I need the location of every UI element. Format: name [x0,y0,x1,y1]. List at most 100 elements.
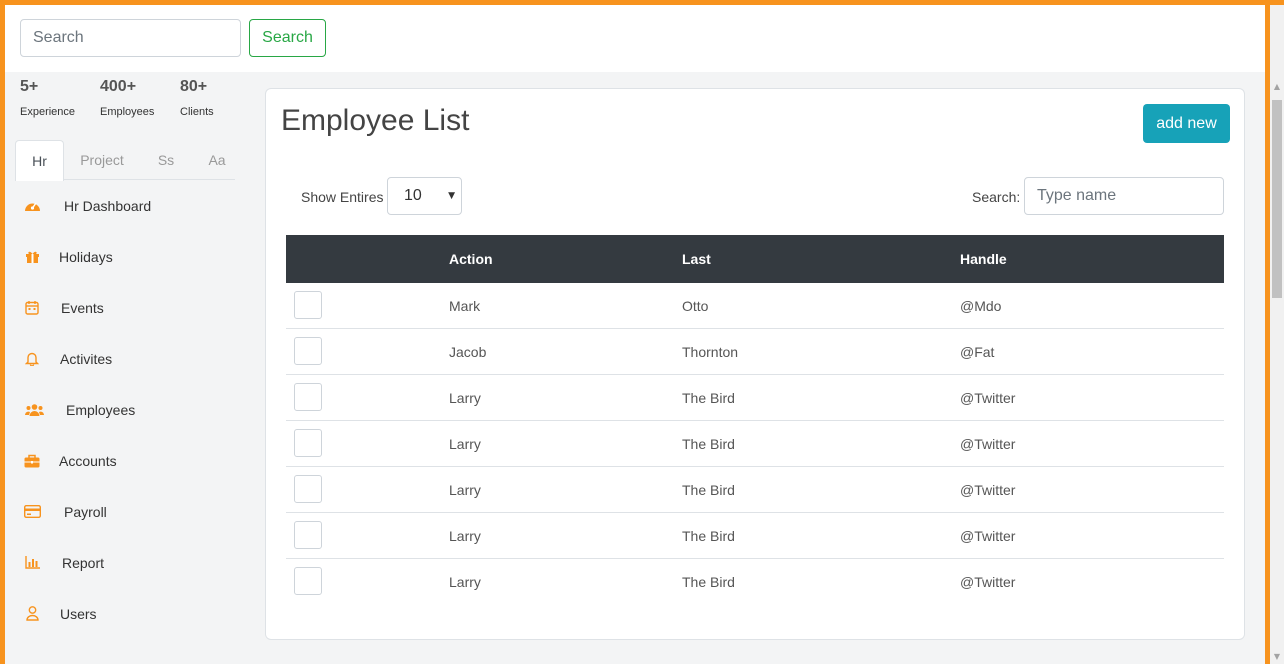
entries-select-value: 10 [404,187,422,204]
scroll-up-icon[interactable]: ▲ [1270,80,1284,94]
sidebar-tabs: Hr Project Ss Aa [15,140,235,181]
row-checkbox[interactable] [294,383,322,411]
table-row: Jacob Thornton @Fat [286,329,1224,375]
cell-last: Thornton [682,344,739,360]
sidebar-item-label: Report [62,554,105,571]
cell-handle: @Twitter [960,436,1016,452]
cell-handle: @Fat [960,344,995,360]
table-row: Larry The Bird @Twitter [286,375,1224,421]
entries-select[interactable]: 10 ▼ [387,177,462,215]
bar-chart-icon [23,554,41,572]
credit-card-icon [23,503,41,521]
stat-value: 5+ [20,78,39,95]
user-icon [23,605,41,623]
stat-clients: 80+ Clients [180,78,260,118]
dashboard-icon [23,197,41,215]
chevron-down-icon: ▼ [448,191,455,201]
cell-handle: @Twitter [960,482,1016,498]
sidebar-item-report[interactable]: Report [5,537,250,588]
sidebar-item-payroll[interactable]: Payroll [5,486,250,537]
cell-handle: @Twitter [960,390,1016,406]
calendar-icon [23,299,41,317]
tab-hr[interactable]: Hr [15,140,64,181]
tab-ss[interactable]: Ss [149,140,183,180]
table-search-input[interactable] [1024,177,1224,215]
sidebar-item-label: Payroll [64,503,107,520]
sidebar-item-activites[interactable]: Activites [5,333,250,384]
row-checkbox[interactable] [294,567,322,595]
column-header-action: Action [449,251,493,267]
cell-handle: @Mdo [960,298,1002,314]
sidebar-item-events[interactable]: Events [5,282,250,333]
cell-last: Otto [682,298,709,314]
row-checkbox[interactable] [294,337,322,365]
tab-aa[interactable]: Aa [200,140,234,180]
cell-last: The Bird [682,390,735,406]
cell-handle: @Twitter [960,574,1016,590]
cell-first: Larry [449,482,481,498]
vertical-scrollbar[interactable]: ▲ ▼ [1270,0,1284,664]
sidebar: 5+ Experience 400+ Employees 80+ Clients… [5,72,250,664]
show-entries-label: Show Entires [301,189,384,205]
row-checkbox[interactable] [294,475,322,503]
sidebar-item-label: Hr Dashboard [64,197,152,214]
cell-first: Larry [449,528,481,544]
sidebar-item-label: Events [61,299,104,316]
column-header-last: Last [682,251,711,267]
page-title: Employee List [281,104,470,137]
sidebar-item-label: Holidays [59,248,113,265]
cell-last: The Bird [682,574,735,590]
table-row: Larry The Bird @Twitter [286,513,1224,559]
row-checkbox[interactable] [294,521,322,549]
sidebar-item-users[interactable]: Users [5,588,250,639]
scrollbar-thumb[interactable] [1272,100,1282,298]
cell-first: Jacob [449,344,487,360]
cell-first: Mark [449,298,481,314]
sidebar-item-label: Employees [66,401,136,418]
sidebar-item-accounts[interactable]: Accounts [5,435,250,486]
table-row: Larry The Bird @Twitter [286,467,1224,513]
row-checkbox[interactable] [294,291,322,319]
stat-label: Employees [100,106,155,118]
table-row: Mark Otto @Mdo [286,283,1224,329]
search-button[interactable]: Search [249,19,326,57]
stat-label: Experience [20,106,76,118]
column-header-handle: Handle [960,251,1007,267]
sidebar-item-label: Accounts [59,452,117,469]
table-row: Larry The Bird @Twitter [286,559,1224,605]
cell-last: The Bird [682,528,735,544]
employee-list-card: Employee List add new Show Entires 10 ▼ … [265,88,1245,640]
add-new-button[interactable]: add new [1143,104,1230,143]
table-header: Action Last Handle [286,235,1224,283]
briefcase-icon [23,452,41,470]
window-frame-right [1265,0,1270,664]
search-input[interactable] [20,19,241,57]
sidebar-item-employees[interactable]: Employees [5,384,250,435]
stat-experience: 5+ Experience [20,78,100,118]
stat-value: 400+ [100,78,137,95]
cell-first: Larry [449,390,481,406]
cell-first: Larry [449,436,481,452]
sidebar-item-hr-dashboard[interactable]: Hr Dashboard [5,180,250,231]
cell-last: The Bird [682,436,735,452]
gift-icon [23,248,41,266]
users-icon [24,401,44,419]
top-bar: Search [5,5,1265,72]
stat-employees: 400+ Employees [100,78,180,118]
sidebar-item-label: Activites [60,350,113,367]
scroll-down-icon[interactable]: ▼ [1270,650,1284,664]
window-frame-top [0,0,1284,5]
window-frame-left [0,0,5,664]
sidebar-item-label: Users [60,605,97,622]
sidebar-item-holidays[interactable]: Holidays [5,231,250,282]
cell-handle: @Twitter [960,528,1016,544]
cell-last: The Bird [682,482,735,498]
row-checkbox[interactable] [294,429,322,457]
bell-icon [23,350,41,368]
stat-value: 80+ [180,78,208,95]
stat-label: Clients [180,106,214,118]
table-search-label: Search: [972,189,1021,205]
cell-first: Larry [449,574,481,590]
tab-project[interactable]: Project [71,140,133,180]
table-row: Larry The Bird @Twitter [286,421,1224,467]
